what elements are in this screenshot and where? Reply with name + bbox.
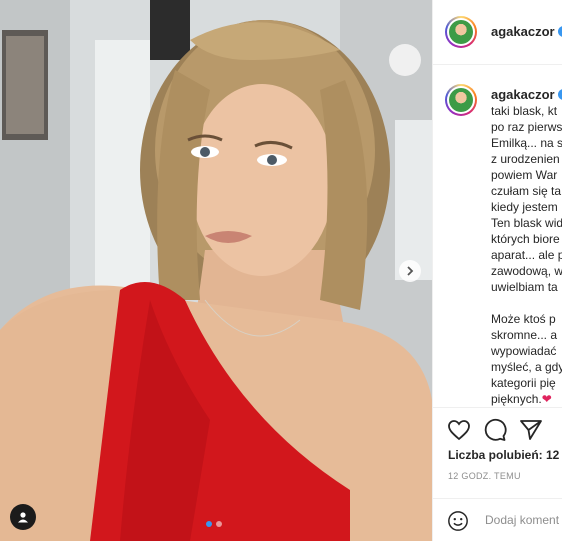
post-author-username[interactable]: agakaczor [491, 24, 562, 39]
caption-line: taki blask, kt [491, 104, 558, 118]
caption-line: czułam się ta [491, 184, 562, 198]
caption-line: Emilką... na s [491, 136, 562, 150]
comment-icon[interactable] [483, 418, 507, 442]
avatar[interactable] [445, 16, 477, 48]
chevron-right-icon [407, 266, 414, 276]
comment-bar [433, 498, 562, 541]
user-tag-button[interactable] [10, 504, 36, 530]
caption-line: myśleć, a gdy [491, 360, 562, 374]
caption-avatar[interactable] [445, 84, 477, 116]
caption-line: wypowiadać [491, 344, 557, 358]
heart-emoji-icon: ❤ [541, 392, 552, 406]
user-tag-icon [18, 512, 28, 523]
caption-line-text: pięknych. [491, 392, 542, 406]
verified-badge-icon [557, 26, 562, 37]
caption-line: powiem War [491, 168, 558, 182]
post-photo[interactable] [0, 0, 432, 541]
post-side-panel: agakaczor agakaczor taki blask, kt po ra… [432, 0, 562, 541]
carousel-indicator [206, 521, 222, 527]
caption-username-text[interactable]: agakaczor [491, 87, 555, 102]
likes-count[interactable]: Liczba polubień: 12 5 [448, 448, 562, 462]
caption-line: Może ktoś p [491, 312, 556, 326]
comment-input[interactable] [483, 512, 562, 528]
caption-line: kategorii pię [491, 376, 556, 390]
verified-badge-icon [557, 89, 562, 100]
carousel-dot [216, 521, 222, 527]
caption-line: po raz pierws [491, 120, 562, 134]
heart-icon[interactable] [447, 418, 471, 442]
caption-line: skromne... a [491, 328, 558, 342]
username-text[interactable]: agakaczor [491, 24, 555, 39]
caption-text: taki blask, kt po raz pierws Emilką... n… [491, 103, 562, 407]
caption-line: kiedy jestem [491, 200, 558, 214]
emoji-icon[interactable] [447, 510, 469, 532]
caption-line: Ten blask wid [491, 216, 562, 230]
caption-line: uwielbiam ta [491, 280, 558, 294]
caption-line: zawodową, w [491, 264, 562, 278]
post-timestamp[interactable]: 12 GODZ. TEMU [448, 471, 521, 481]
caption-line: pięknych.❤ [491, 391, 562, 407]
share-icon[interactable] [519, 418, 543, 442]
photo-illustration [0, 0, 432, 541]
caption-line: których biore [491, 232, 560, 246]
next-slide-button[interactable] [399, 260, 421, 282]
caption-line: z urodzenien [491, 152, 560, 166]
caption-line: aparat... ale p [491, 248, 562, 262]
carousel-dot-active [206, 521, 212, 527]
post-header: agakaczor [433, 0, 562, 65]
post-actions: Liczba polubień: 12 5 12 GODZ. TEMU [433, 407, 562, 541]
caption-username[interactable]: agakaczor [491, 87, 562, 102]
